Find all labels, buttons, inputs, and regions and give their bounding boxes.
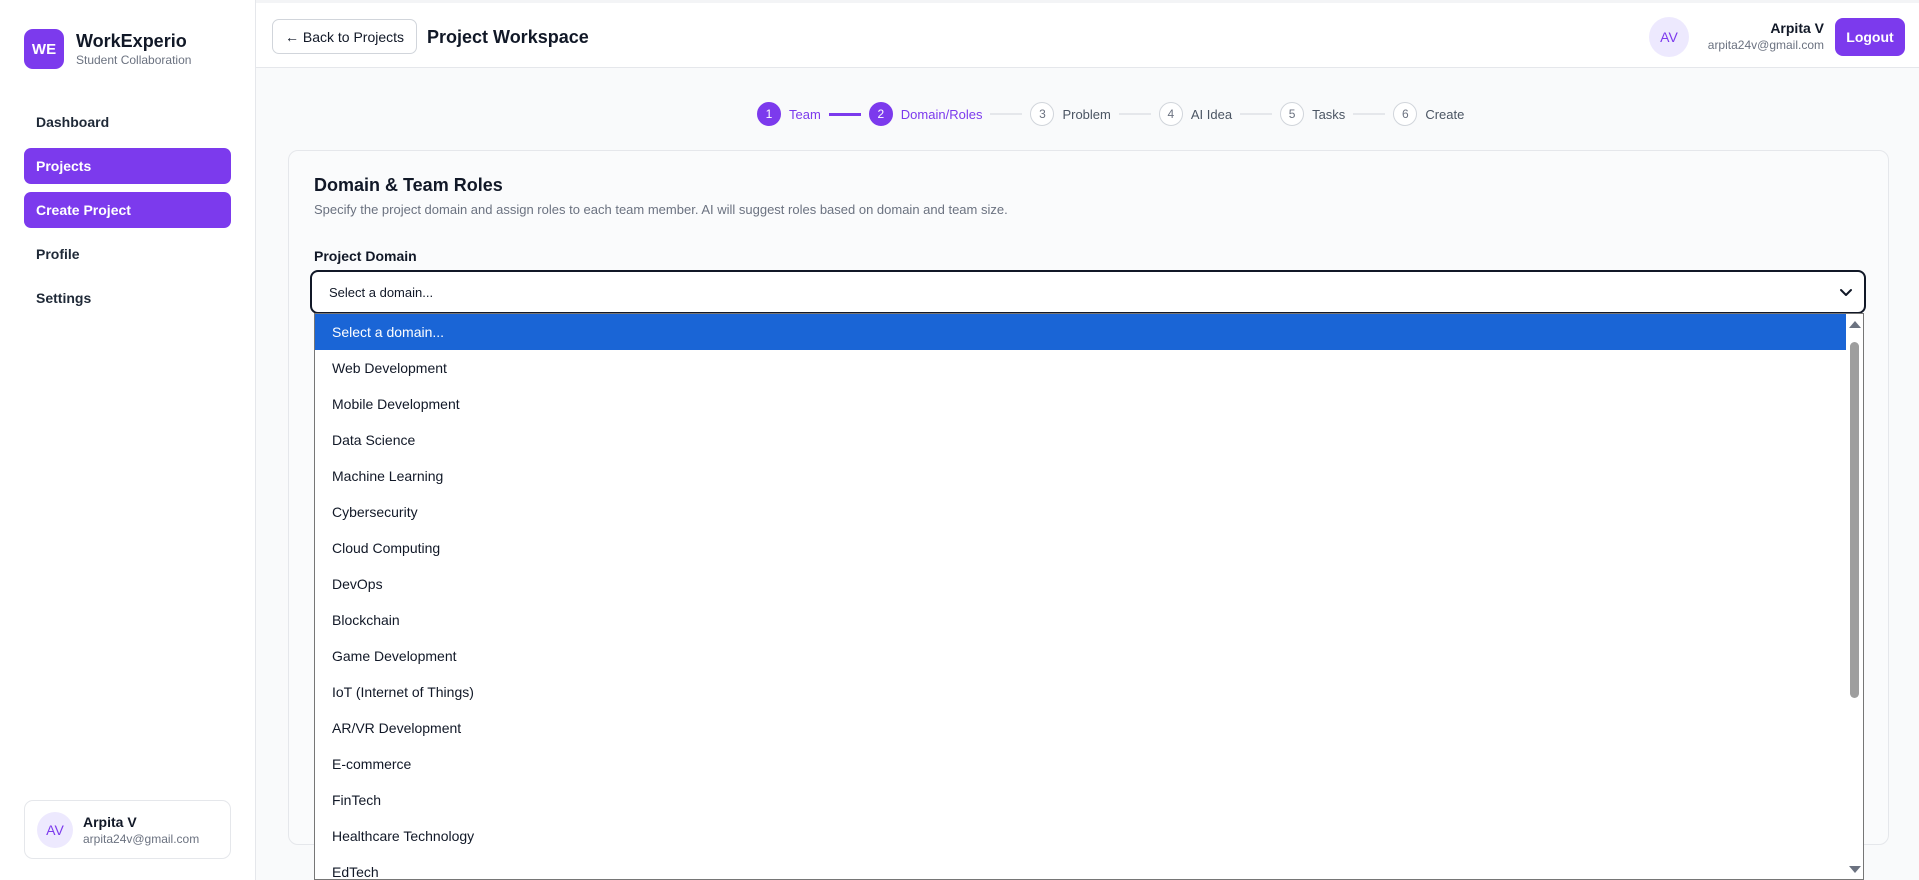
user-email: arpita24v@gmail.com <box>83 831 200 846</box>
scrollbar-thumb[interactable] <box>1850 342 1859 698</box>
step-number: 4 <box>1158 102 1183 126</box>
select-value: Select a domain... <box>329 284 434 300</box>
dropdown-option[interactable]: Data Science <box>315 422 1863 458</box>
brand-title: WorkExperio <box>76 31 187 51</box>
step-label: Tasks <box>1312 106 1346 122</box>
step-number: 3 <box>1030 102 1055 126</box>
step-ai-idea[interactable]: 4 AI Idea <box>1158 102 1233 126</box>
page-title: Project Workspace <box>427 27 589 47</box>
dropdown-option[interactable]: Mobile Development <box>315 386 1863 422</box>
sidebar-item-profile[interactable]: Profile <box>24 236 231 272</box>
card-title: Domain & Team Roles <box>314 175 503 195</box>
dropdown-option[interactable]: Cybersecurity <box>315 494 1863 530</box>
brand: WE WorkExperio Student Collaboration <box>24 29 191 69</box>
sidebar-item-dashboard[interactable]: Dashboard <box>24 104 231 140</box>
back-to-projects-button[interactable]: ← Back to Projects <box>272 19 418 54</box>
step-connector <box>1353 113 1386 115</box>
brand-logo: WE <box>24 29 64 69</box>
step-label: Problem <box>1062 106 1111 122</box>
sidebar-item-settings[interactable]: Settings <box>24 280 231 316</box>
chevron-down-icon <box>1840 289 1852 296</box>
logout-button[interactable]: Logout <box>1835 18 1905 56</box>
dropdown-option[interactable]: Web Development <box>315 350 1863 386</box>
dropdown-option[interactable]: Cloud Computing <box>315 530 1863 566</box>
dropdown-option[interactable]: Game Development <box>315 638 1863 674</box>
dropdown-option[interactable]: IoT (Internet of Things) <box>315 674 1863 710</box>
scroll-down-arrow-icon[interactable] <box>1849 866 1861 873</box>
dropdown-option[interactable]: DevOps <box>315 566 1863 602</box>
wizard-stepper: 1 Team 2 Domain/Roles 3 Problem 4 AI Ide… <box>757 102 1464 126</box>
sidebar-user-card[interactable]: AV Arpita V arpita24v@gmail.com <box>24 800 231 859</box>
sidebar-item-create-project[interactable]: Create Project <box>24 192 231 228</box>
dropdown-option[interactable]: Select a domain... <box>315 314 1863 350</box>
sidebar-nav: Dashboard Projects Create Project Profil… <box>24 104 231 324</box>
sidebar-item-projects[interactable]: Projects <box>24 148 231 184</box>
card-description: Specify the project domain and assign ro… <box>314 202 1008 217</box>
step-number: 5 <box>1280 102 1305 126</box>
project-domain-label: Project Domain <box>314 248 417 264</box>
dropdown-option[interactable]: Healthcare Technology <box>315 818 1863 854</box>
scroll-up-arrow-icon[interactable] <box>1849 321 1861 328</box>
dropdown-option[interactable]: EdTech <box>315 854 1863 879</box>
step-connector <box>1118 113 1151 115</box>
dropdown-option[interactable]: Blockchain <box>315 602 1863 638</box>
step-problem[interactable]: 3 Problem <box>1030 102 1111 126</box>
dropdown-option[interactable]: E-commerce <box>315 746 1863 782</box>
step-connector <box>828 112 861 116</box>
topbar: ← Back to Projects Project Workspace AV … <box>256 0 1919 68</box>
dropdown-scrollbar[interactable] <box>1846 314 1863 879</box>
domain-dropdown-list[interactable]: Select a domain... Web Development Mobil… <box>314 313 1864 880</box>
dropdown-option[interactable]: FinTech <box>315 782 1863 818</box>
step-label: Team <box>789 106 821 122</box>
step-label: Create <box>1425 106 1465 122</box>
step-label: AI Idea <box>1190 106 1233 122</box>
avatar: AV <box>37 811 73 848</box>
step-number: 1 <box>757 102 781 126</box>
dropdown-option[interactable]: Machine Learning <box>315 458 1863 494</box>
step-connector <box>990 113 1023 115</box>
user-name: Arpita V <box>83 813 137 830</box>
step-team[interactable]: 1 Team <box>757 102 821 126</box>
step-connector <box>1240 113 1273 115</box>
step-domain-roles[interactable]: 2 Domain/Roles <box>868 102 983 126</box>
step-number: 2 <box>868 102 893 126</box>
brand-subtitle: Student Collaboration <box>76 53 192 67</box>
step-label: Domain/Roles <box>900 106 983 122</box>
user-name: Arpita V <box>1770 20 1824 36</box>
avatar[interactable]: AV <box>1649 17 1689 57</box>
step-create[interactable]: 6 Create <box>1393 102 1464 126</box>
step-tasks[interactable]: 5 Tasks <box>1280 102 1345 126</box>
project-domain-select[interactable]: Select a domain... <box>310 270 1866 314</box>
step-number: 6 <box>1393 102 1418 126</box>
user-email: arpita24v@gmail.com <box>1707 38 1824 52</box>
dropdown-option[interactable]: AR/VR Development <box>315 710 1863 746</box>
header-user-info: Arpita V arpita24v@gmail.com <box>1708 20 1824 53</box>
sidebar: WE WorkExperio Student Collaboration Das… <box>0 0 256 880</box>
